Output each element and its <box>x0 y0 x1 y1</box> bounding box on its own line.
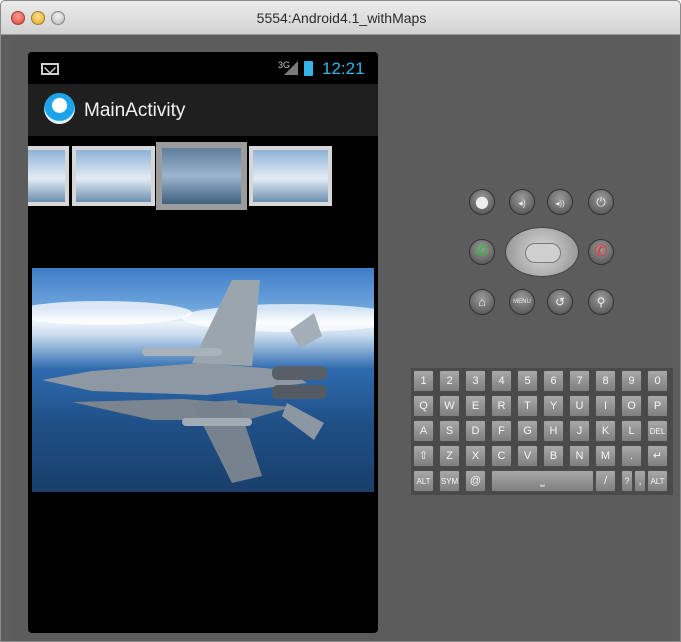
key-q[interactable]: Q <box>413 395 434 417</box>
window-titlebar: 5554:Android4.1_withMaps <box>1 1 680 35</box>
volume-down-icon: ◂) <box>518 198 526 208</box>
status-clock: 12:21 <box>322 59 365 78</box>
thumbnail-image <box>162 148 241 204</box>
device-screen: 3G 12:21 MainActivity <box>28 52 378 633</box>
key-x[interactable]: X <box>465 445 486 467</box>
key-period[interactable]: . <box>621 445 642 467</box>
power-button[interactable]: ⏻ <box>588 189 614 215</box>
key-3[interactable]: 3 <box>465 370 486 392</box>
dpad[interactable] <box>505 227 579 277</box>
key-m[interactable]: M <box>595 445 616 467</box>
search-icon: ⚲ <box>596 295 606 309</box>
thumbnail-image <box>253 150 328 202</box>
key-6[interactable]: 6 <box>543 370 564 392</box>
key-p[interactable]: P <box>647 395 668 417</box>
back-icon: ↺ <box>554 295 566 309</box>
key-at[interactable]: @ <box>465 470 486 492</box>
gallery-item-3-selected[interactable] <box>156 142 247 210</box>
key-2[interactable]: 2 <box>439 370 460 392</box>
hardware-keyboard: 1 2 3 4 5 6 7 8 9 0 Q W E R T Y U I O P … <box>411 368 673 495</box>
keyboard-row-bottom: ALT SYM @ ⎵ / ? , ALT <box>411 470 673 492</box>
main-image <box>32 268 374 492</box>
mail-icon <box>41 63 59 75</box>
keyboard-row-zxcv: ⇧ Z X C V B N M . ↵ <box>411 445 673 467</box>
key-4[interactable]: 4 <box>491 370 512 392</box>
search-button[interactable]: ⚲ <box>588 289 614 315</box>
key-e[interactable]: E <box>465 395 486 417</box>
key-f[interactable]: F <box>491 420 512 442</box>
key-z[interactable]: Z <box>439 445 460 467</box>
camera-button[interactable]: ⬤ <box>469 189 495 215</box>
key-alt-left[interactable]: ALT <box>413 470 434 492</box>
key-question[interactable]: ? <box>621 470 633 492</box>
dpad-center-button[interactable] <box>525 243 561 263</box>
jet-fighter-illustration <box>32 280 374 483</box>
gallery-strip[interactable] <box>28 142 378 212</box>
key-0[interactable]: 0 <box>647 370 668 392</box>
key-w[interactable]: W <box>439 395 460 417</box>
key-8[interactable]: 8 <box>595 370 616 392</box>
phone-call-icon: ✆ <box>475 243 489 260</box>
volume-down-button[interactable]: ◂) <box>509 189 535 215</box>
key-5[interactable]: 5 <box>517 370 538 392</box>
home-button[interactable]: ⌂ <box>469 289 495 315</box>
gallery-item-4[interactable] <box>249 146 332 206</box>
menu-icon: MENU <box>513 299 531 305</box>
camera-icon: ⬤ <box>475 195 489 209</box>
key-n[interactable]: N <box>569 445 590 467</box>
battery-icon <box>304 61 313 76</box>
key-alt-right[interactable]: ALT <box>647 470 668 492</box>
menu-button[interactable]: MENU <box>509 289 535 315</box>
key-i[interactable]: I <box>595 395 616 417</box>
enter-key-icon[interactable]: ↵ <box>647 445 668 467</box>
key-t[interactable]: T <box>517 395 538 417</box>
keyboard-row-asdf: A S D F G H J K L DEL <box>411 420 673 442</box>
key-b[interactable]: B <box>543 445 564 467</box>
key-j[interactable]: J <box>569 420 590 442</box>
activity-title: MainActivity <box>84 100 186 121</box>
key-d[interactable]: D <box>465 420 486 442</box>
key-o[interactable]: O <box>621 395 642 417</box>
key-y[interactable]: Y <box>543 395 564 417</box>
end-call-button[interactable]: ✆ <box>588 239 614 265</box>
key-a[interactable]: A <box>413 420 434 442</box>
signal-icon <box>284 61 298 75</box>
end-call-icon: ✆ <box>594 243 608 260</box>
key-c[interactable]: C <box>491 445 512 467</box>
back-button[interactable]: ↺ <box>547 289 573 315</box>
key-s[interactable]: S <box>439 420 460 442</box>
key-space[interactable]: ⎵ <box>491 470 594 492</box>
key-1[interactable]: 1 <box>413 370 434 392</box>
app-icon[interactable] <box>44 93 75 124</box>
key-comma[interactable]: , <box>634 470 646 492</box>
key-9[interactable]: 9 <box>621 370 642 392</box>
key-r[interactable]: R <box>491 395 512 417</box>
shift-key-icon[interactable]: ⇧ <box>413 445 434 467</box>
call-button[interactable]: ✆ <box>469 239 495 265</box>
volume-up-button[interactable]: ◂)) <box>547 189 573 215</box>
keyboard-row-qwerty: Q W E R T Y U I O P <box>411 395 673 417</box>
key-sym[interactable]: SYM <box>439 470 460 492</box>
key-k[interactable]: K <box>595 420 616 442</box>
emulator-window: 5554:Android4.1_withMaps 3G 12:21 MainAc… <box>0 0 681 642</box>
power-icon: ⏻ <box>596 195 606 209</box>
key-l[interactable]: L <box>621 420 642 442</box>
thumbnail-image <box>28 150 65 202</box>
key-slash[interactable]: / <box>595 470 616 492</box>
action-bar: MainActivity <box>28 84 378 136</box>
home-icon: ⌂ <box>478 295 486 309</box>
key-g[interactable]: G <box>517 420 538 442</box>
volume-up-icon: ◂)) <box>555 199 565 208</box>
gallery-item-1[interactable] <box>28 146 69 206</box>
key-7[interactable]: 7 <box>569 370 590 392</box>
gallery-item-2[interactable] <box>72 146 155 206</box>
status-bar: 3G 12:21 <box>28 52 378 84</box>
thumbnail-image <box>76 150 151 202</box>
key-u[interactable]: U <box>569 395 590 417</box>
keyboard-row-numbers: 1 2 3 4 5 6 7 8 9 0 <box>411 370 673 392</box>
window-title: 5554:Android4.1_withMaps <box>256 10 427 26</box>
key-delete[interactable]: DEL <box>647 420 668 442</box>
key-h[interactable]: H <box>543 420 564 442</box>
key-v[interactable]: V <box>517 445 538 467</box>
